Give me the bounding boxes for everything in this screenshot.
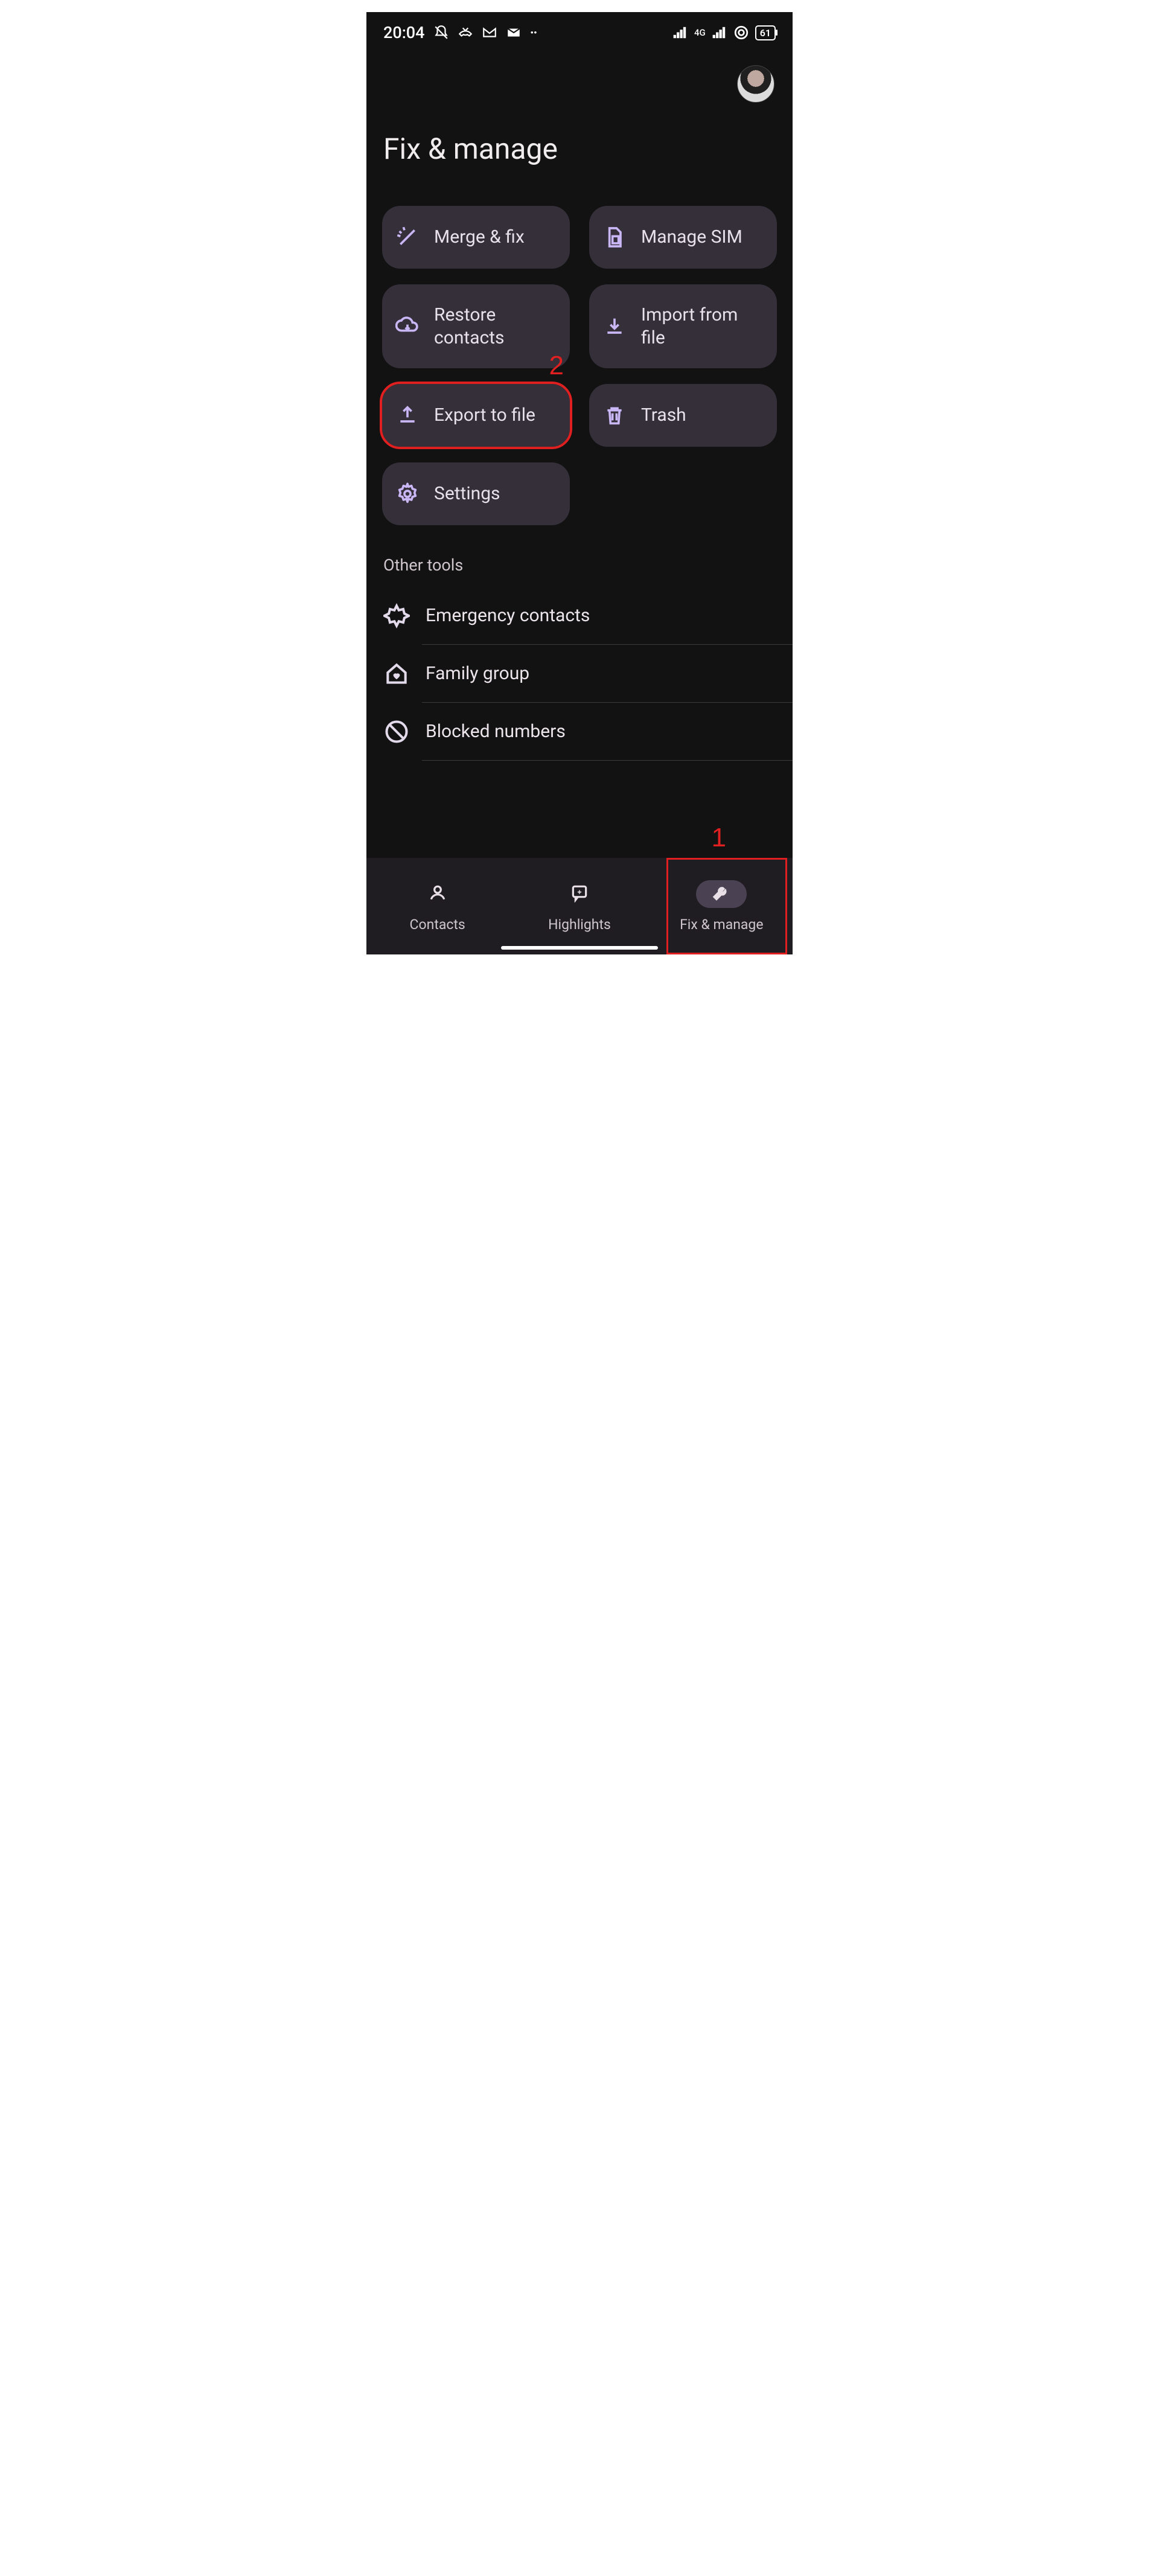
wrench-icon	[712, 883, 731, 905]
nav-label: Highlights	[548, 916, 611, 933]
other-tools-heading: Other tools	[366, 525, 793, 587]
more-notifications-icon: ··	[530, 23, 537, 42]
tile-label: Merge & fix	[434, 226, 525, 249]
tools-grid: Merge & fix Manage SIM Restore contacts …	[366, 188, 793, 525]
export-to-file-tile[interactable]: 2 Export to file	[382, 384, 570, 447]
nav-label: Contacts	[410, 916, 465, 933]
trash-tile[interactable]: Trash	[589, 384, 777, 447]
sparkle-chat-icon	[570, 883, 589, 905]
import-from-file-tile[interactable]: Import from file	[589, 284, 777, 368]
status-time: 20:04	[383, 23, 425, 42]
sim-card-icon	[602, 225, 627, 249]
gear-icon	[395, 482, 420, 506]
phone-screenshot: 20:04 ·· 4G	[366, 12, 793, 954]
tile-label: Settings	[434, 482, 500, 505]
import-icon	[602, 315, 627, 339]
signal-2-icon	[712, 25, 727, 40]
gmail-icon	[482, 25, 497, 40]
list-item-label: Emergency contacts	[426, 605, 590, 626]
family-group-item[interactable]: Family group	[422, 645, 793, 703]
tile-label: Manage SIM	[641, 226, 742, 249]
trash-icon	[602, 403, 627, 427]
data-saver-icon	[733, 25, 749, 40]
battery-indicator: 61	[755, 25, 776, 40]
missed-call-icon	[458, 25, 473, 40]
network-type: 4G	[694, 27, 706, 38]
tile-label: Export to file	[434, 404, 535, 427]
signal-icon	[672, 25, 688, 40]
list-item-label: Blocked numbers	[426, 721, 566, 742]
medical-icon	[383, 602, 410, 629]
merge-fix-tile[interactable]: Merge & fix	[382, 206, 570, 269]
nav-contacts[interactable]: Contacts	[366, 880, 508, 933]
mail-icon	[506, 25, 522, 40]
emergency-contacts-item[interactable]: Emergency contacts	[422, 587, 793, 645]
status-bar: 20:04 ·· 4G	[366, 12, 793, 48]
magic-wand-icon	[395, 225, 420, 249]
profile-avatar[interactable]	[737, 65, 774, 103]
nav-label: Fix & manage	[680, 916, 763, 933]
blocked-numbers-item[interactable]: Blocked numbers	[422, 703, 793, 761]
tile-label: Trash	[641, 404, 686, 427]
restore-contacts-tile[interactable]: Restore contacts	[382, 284, 570, 368]
page-title: Fix & manage	[366, 103, 793, 188]
settings-tile[interactable]: Settings	[382, 462, 570, 525]
annotation-2: 2	[549, 351, 564, 381]
tile-label: Import from file	[641, 304, 764, 349]
list-item-label: Family group	[426, 663, 529, 684]
tile-label: Restore contacts	[434, 304, 557, 349]
manage-sim-tile[interactable]: Manage SIM	[589, 206, 777, 269]
annotation-1: 1	[712, 823, 726, 853]
home-heart-icon	[383, 660, 410, 687]
home-indicator	[501, 946, 658, 950]
nav-highlights[interactable]: Highlights	[508, 880, 650, 933]
nav-fix-manage[interactable]: Fix & manage	[651, 880, 793, 933]
other-tools-list: Emergency contacts Family group Blocked …	[366, 587, 793, 761]
bottom-nav: Contacts Highlights Fix & manage	[366, 858, 793, 954]
export-icon	[395, 403, 420, 427]
person-icon	[428, 883, 447, 905]
block-icon	[383, 718, 410, 745]
notifications-muted-icon	[433, 25, 449, 40]
cloud-download-icon	[395, 315, 420, 339]
